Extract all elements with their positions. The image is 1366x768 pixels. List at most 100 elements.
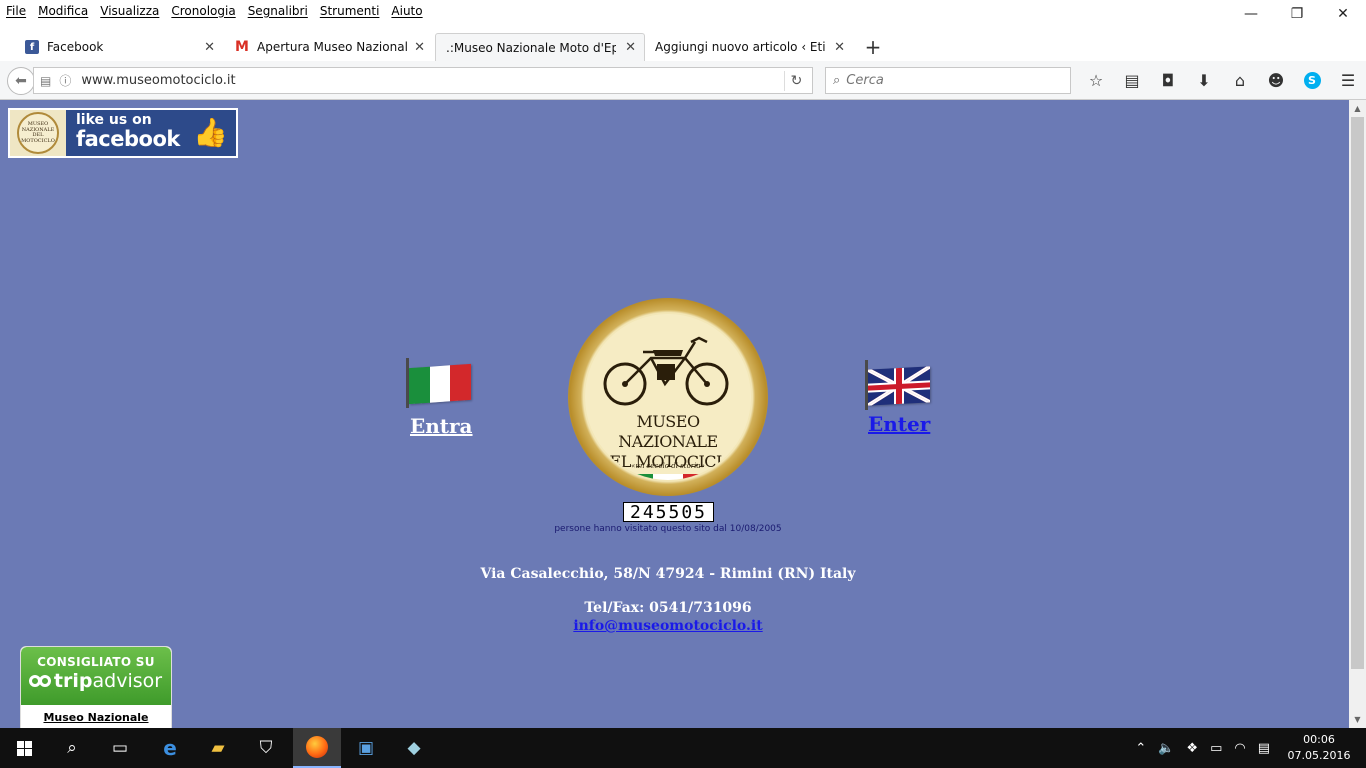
facebook-like-badge[interactable]: MUSEO NAZIONALE DEL MOTOCICLO like us on… [8, 108, 238, 158]
back-button[interactable]: ⬅ [7, 67, 35, 95]
menu-visualizza[interactable]: Visualizza [94, 4, 165, 18]
menu-segnalibri[interactable]: Segnalibri [242, 4, 314, 18]
tab-gmail[interactable]: M Apertura Museo Nazional... ✕ [225, 33, 433, 61]
facebook-word: facebook [76, 127, 180, 151]
store-icon[interactable]: ⛉ [242, 728, 290, 768]
gmail-icon: M [235, 39, 249, 55]
bookmarks-list-icon[interactable]: ▤ [1114, 67, 1150, 94]
page-icon: ▤ [40, 73, 52, 88]
visitor-counter: 245505 [623, 502, 714, 523]
home-icon[interactable]: ⌂ [1222, 67, 1258, 94]
search-bar[interactable]: ⌕ [825, 67, 1071, 94]
wifi-icon[interactable]: ◠ [1234, 741, 1245, 756]
menu-bar: File Modifica Visualizza Cronologia Segn… [0, 0, 1366, 21]
enter-link[interactable]: Enter [868, 412, 930, 436]
notes-icon[interactable]: ◆ [390, 728, 438, 768]
toolbar-icons: ☆ ▤ ◘ ⬇ ⌂ ☻ S ☰ [1078, 67, 1366, 94]
tab-title: Apertura Museo Nazional... [257, 40, 407, 54]
tab-museo[interactable]: .:Museo Nazionale Moto d'Ep... ✕ [435, 33, 645, 61]
pocket-icon[interactable]: ◘ [1150, 67, 1186, 94]
search-input[interactable] [846, 73, 1047, 88]
windows-icon [16, 740, 32, 756]
close-tab-icon[interactable]: ✕ [204, 40, 215, 55]
tab-title: Aggiungi nuovo articolo ‹ Etici... [655, 40, 825, 54]
page-content: MUSEO NAZIONALE DEL MOTOCICLO like us on… [0, 100, 1349, 728]
url-text[interactable]: www.museomotociclo.it [81, 73, 235, 88]
search-icon: ⌕ [833, 73, 841, 88]
emblem-tricolor [623, 474, 713, 480]
entra-link[interactable]: Entra [410, 414, 473, 438]
scroll-down-icon[interactable]: ▼ [1349, 711, 1366, 728]
skype-icon[interactable]: S [1294, 67, 1330, 94]
navigation-bar: ⬅ ▤ ⓘ www.museomotociclo.it ↻ ⌕ ☆ ▤ ◘ ⬇ … [0, 61, 1366, 100]
vertical-scrollbar[interactable]: ▲ ▼ [1349, 100, 1366, 728]
clock-date: 07.05.2016 [1287, 749, 1351, 762]
menu-file[interactable]: File [0, 4, 32, 18]
edge-icon[interactable]: e [146, 728, 194, 768]
menu-aiuto[interactable]: Aiuto [385, 4, 428, 18]
owl-icon [28, 675, 51, 687]
clock[interactable]: 00:06 07.05.2016 [1286, 732, 1352, 764]
emblem-title-line1: MUSEO NAZIONALE [618, 412, 718, 451]
close-tab-icon[interactable]: ✕ [414, 40, 425, 55]
start-button[interactable] [0, 728, 48, 768]
menu-modifica[interactable]: Modifica [32, 4, 94, 18]
thumbs-up-icon: 👍 [193, 116, 228, 149]
firefox-icon[interactable] [293, 728, 341, 768]
search-taskbar-icon[interactable]: ⌕ [48, 728, 96, 768]
uk-flag[interactable] [865, 360, 930, 410]
close-window-button[interactable]: ✕ [1320, 0, 1366, 28]
tab-title: .:Museo Nazionale Moto d'Ep... [446, 40, 616, 55]
italian-flag[interactable] [406, 358, 472, 408]
tripadvisor-museum-link[interactable]: Museo Nazionale [21, 705, 171, 724]
info-icon[interactable]: ⓘ [59, 72, 71, 89]
motorcycle-icon [603, 336, 729, 406]
close-tab-icon[interactable]: ✕ [625, 40, 636, 55]
minimize-button[interactable]: — [1228, 0, 1274, 28]
url-bar[interactable]: ▤ ⓘ www.museomotociclo.it ↻ [33, 67, 813, 94]
scroll-thumb[interactable] [1351, 117, 1364, 669]
emblem-inner: MUSEO NAZIONALE DEL MOTOCICLO «un secolo… [585, 314, 751, 480]
task-view-icon[interactable]: ▭ [96, 728, 144, 768]
outlook-icon[interactable]: ▣ [342, 728, 390, 768]
reload-icon[interactable]: ↻ [784, 71, 808, 91]
consigliato-text: CONSIGLIATO SU [37, 655, 155, 669]
arrow-left-icon: ⬅ [15, 73, 27, 89]
like-us-text: like us on [76, 112, 152, 128]
new-tab-button[interactable]: + [862, 33, 884, 61]
hamburger-menu-icon[interactable]: ☰ [1330, 67, 1366, 94]
museum-logo: MUSEO NAZIONALE DEL MOTOCICLO [10, 110, 66, 156]
tripadvisor-header: CONSIGLIATO SU trip advisor [21, 647, 171, 705]
volume-icon[interactable]: 🔈 [1158, 741, 1174, 756]
notifications-icon[interactable]: ▤ [1258, 741, 1270, 756]
tab-facebook[interactable]: f Facebook ✕ [15, 33, 223, 61]
chevron-up-icon[interactable]: ⌃ [1135, 741, 1146, 756]
logo-advisor: advisor [92, 670, 163, 692]
facebook-icon: f [25, 40, 39, 54]
menu-strumenti[interactable]: Strumenti [314, 4, 386, 18]
download-icon[interactable]: ⬇ [1186, 67, 1222, 94]
mini-emblem: MUSEO NAZIONALE DEL MOTOCICLO [17, 112, 59, 154]
chat-icon[interactable]: ☻ [1258, 67, 1294, 94]
battery-icon[interactable]: ▭ [1210, 741, 1222, 756]
clock-time: 00:06 [1303, 733, 1335, 746]
dropbox-icon[interactable]: ❖ [1186, 741, 1198, 756]
restore-button[interactable]: ❐ [1274, 0, 1320, 28]
scroll-up-icon[interactable]: ▲ [1349, 100, 1366, 117]
file-explorer-icon[interactable]: ▰ [194, 728, 242, 768]
counter-note: persone hanno visitato questo sito dal 1… [554, 524, 782, 534]
email-link[interactable]: info@museomotociclo.it [573, 618, 762, 634]
system-tray: ⌃ 🔈 ❖ ▭ ◠ ▤ [1129, 728, 1276, 768]
tripadvisor-logo: trip advisor [21, 669, 171, 692]
bookmark-star-icon[interactable]: ☆ [1078, 67, 1114, 94]
museum-address: Via Casalecchio, 58/N 47924 - Rimini (RN… [480, 566, 856, 582]
tab-articolo[interactable]: Aggiungi nuovo articolo ‹ Etici... ✕ [645, 33, 853, 61]
facebook-text: like us on facebook [66, 110, 180, 156]
logo-trip: trip [53, 670, 93, 692]
tripadvisor-badge[interactable]: CONSIGLIATO SU trip advisor Museo Naziona… [20, 646, 172, 728]
close-tab-icon[interactable]: ✕ [834, 40, 845, 55]
uk-flag-cloth [868, 366, 930, 406]
email-link-row: info@museomotociclo.it [368, 618, 968, 634]
museum-emblem: MUSEO NAZIONALE DEL MOTOCICLO «un secolo… [568, 298, 768, 496]
menu-cronologia[interactable]: Cronologia [165, 4, 241, 18]
